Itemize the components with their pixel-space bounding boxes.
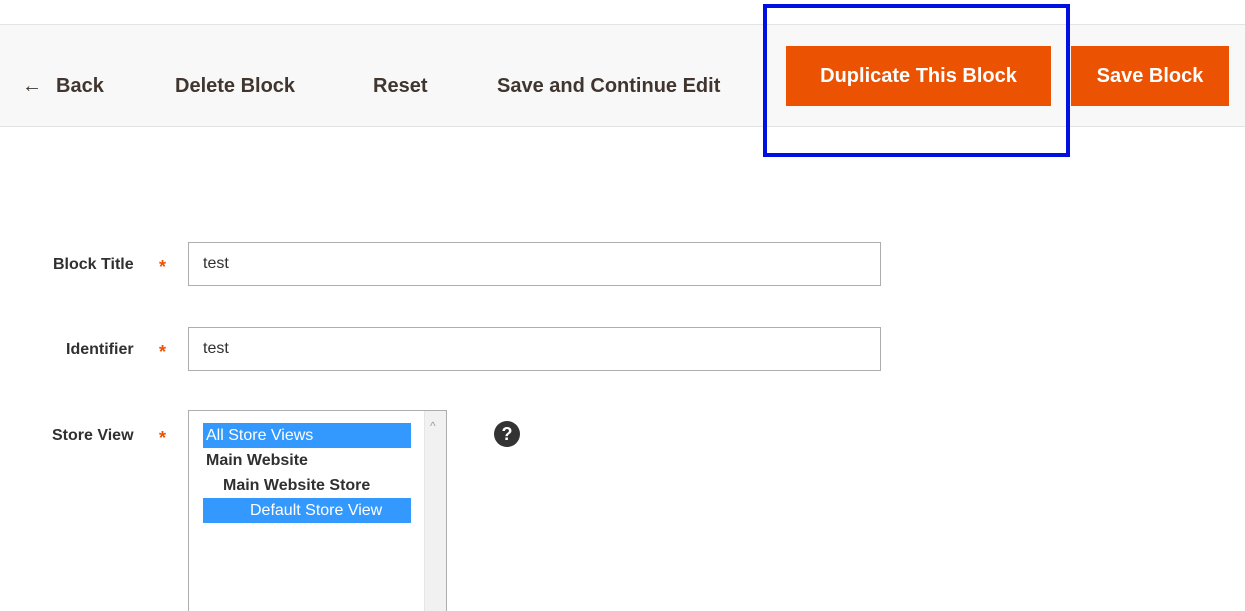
back-label: Back [56, 75, 104, 97]
identifier-input[interactable] [188, 327, 881, 371]
duplicate-block-button[interactable]: Duplicate This Block [786, 46, 1051, 106]
cms-block-edit-page: ← Back Delete Block Reset Save and Contin… [0, 0, 1245, 611]
store-view-options: All Store Views Main Website Main Website … [203, 423, 411, 523]
page-actions-toolbar: ← Back Delete Block Reset Save and Contin… [0, 24, 1245, 127]
save-block-button[interactable]: Save Block [1071, 46, 1229, 106]
question-mark-icon[interactable]: ? [494, 421, 520, 447]
identifier-label: Identifier [66, 341, 134, 358]
delete-block-button[interactable]: Delete Block [175, 76, 295, 96]
store-view-option[interactable]: Main Website Store [203, 473, 411, 498]
store-view-option[interactable]: All Store Views [203, 423, 411, 448]
store-view-scrollbar[interactable]: ^ [424, 411, 446, 611]
store-view-option[interactable]: Default Store View [203, 498, 411, 523]
scroll-up-icon[interactable]: ^ [430, 419, 436, 433]
block-title-label: Block Title [53, 256, 134, 273]
required-marker: * [159, 428, 167, 448]
required-marker: * [159, 257, 167, 277]
left-arrow-icon: ← [22, 75, 42, 97]
reset-button[interactable]: Reset [373, 76, 427, 96]
block-title-input[interactable] [188, 242, 881, 286]
back-button[interactable]: ← Back [22, 76, 104, 96]
store-view-label: Store View [52, 427, 134, 444]
store-view-multiselect[interactable]: All Store Views Main Website Main Website … [188, 410, 447, 611]
required-marker: * [159, 342, 167, 362]
store-view-option[interactable]: Main Website [203, 448, 411, 473]
save-and-continue-button[interactable]: Save and Continue Edit [497, 76, 720, 96]
